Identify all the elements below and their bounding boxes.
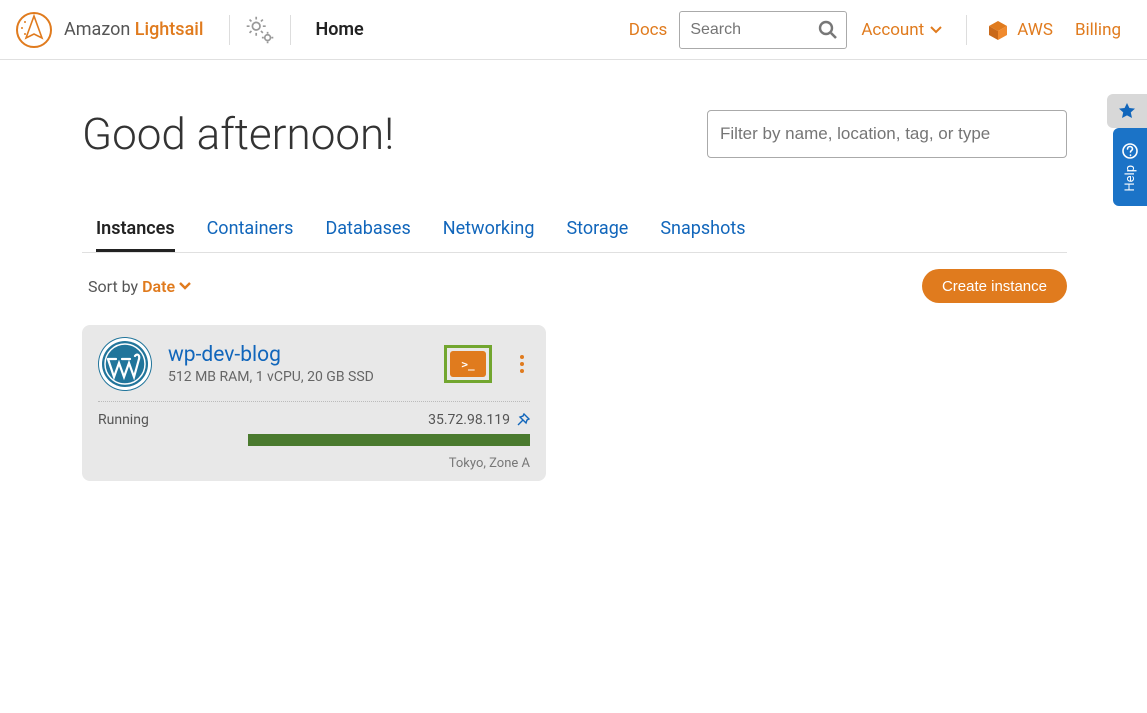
nav-docs[interactable]: Docs <box>617 20 680 40</box>
brand-logo-group[interactable]: Amazon Lightsail <box>14 10 219 50</box>
resource-tabs: Instances Containers Databases Networkin… <box>82 218 1067 253</box>
main-content: Good afternoon! Instances Containers Dat… <box>0 60 1147 481</box>
help-icon <box>1122 143 1138 159</box>
terminal-icon: >_ <box>450 351 486 377</box>
nav-billing[interactable]: Billing <box>1063 20 1133 40</box>
ssh-connect-button[interactable]: >_ <box>444 345 492 383</box>
top-nav: Amazon Lightsail Home Docs Account <box>0 0 1147 60</box>
brand-text: Amazon Lightsail <box>64 19 203 40</box>
global-search[interactable] <box>679 11 847 49</box>
instance-card: wp-dev-blog 512 MB RAM, 1 vCPU, 20 GB SS… <box>82 325 546 481</box>
sort-value[interactable]: Date <box>142 277 175 296</box>
instance-name-link[interactable]: wp-dev-blog <box>168 343 428 367</box>
sort-prefix: Sort by <box>88 277 138 296</box>
chevron-down-icon <box>930 26 942 34</box>
divider <box>229 15 230 45</box>
help-label: Help <box>1123 165 1138 192</box>
favorites-button[interactable] <box>1107 94 1147 128</box>
instance-ip[interactable]: 35.72.98.119 <box>428 412 530 428</box>
tab-storage[interactable]: Storage <box>566 218 628 252</box>
chevron-down-icon <box>179 282 191 290</box>
search-icon <box>818 20 838 40</box>
instance-actions-menu[interactable] <box>514 349 530 379</box>
create-instance-button[interactable]: Create instance <box>922 269 1067 303</box>
instance-specs: 512 MB RAM, 1 vCPU, 20 GB SSD <box>168 369 428 385</box>
tab-snapshots[interactable]: Snapshots <box>660 218 745 252</box>
tab-instances[interactable]: Instances <box>96 218 175 252</box>
instance-status: Running <box>98 412 149 428</box>
nav-home[interactable]: Home <box>315 19 363 40</box>
divider <box>290 15 291 45</box>
help-button[interactable]: Help <box>1113 128 1147 206</box>
greeting-title: Good afternoon! <box>82 110 394 158</box>
wordpress-icon <box>98 337 152 391</box>
filter-input[interactable] <box>720 111 1054 157</box>
settings-gears-icon[interactable] <box>240 10 280 50</box>
aws-cube-icon <box>987 19 1009 41</box>
star-icon <box>1118 102 1136 120</box>
nav-aws[interactable]: AWS <box>977 19 1063 41</box>
tab-containers[interactable]: Containers <box>207 218 294 252</box>
sort-control[interactable]: Sort by Date <box>88 277 191 296</box>
tab-databases[interactable]: Databases <box>325 218 410 252</box>
tab-networking[interactable]: Networking <box>443 218 535 252</box>
lightsail-logo-icon <box>14 10 54 50</box>
help-rail: Help <box>1107 94 1147 206</box>
instance-location: Tokyo, Zone A <box>98 456 530 471</box>
usage-bar <box>248 434 530 446</box>
pin-icon[interactable] <box>516 413 530 427</box>
account-menu[interactable]: Account <box>847 20 956 40</box>
filter-box[interactable] <box>707 110 1067 158</box>
divider <box>966 15 967 45</box>
